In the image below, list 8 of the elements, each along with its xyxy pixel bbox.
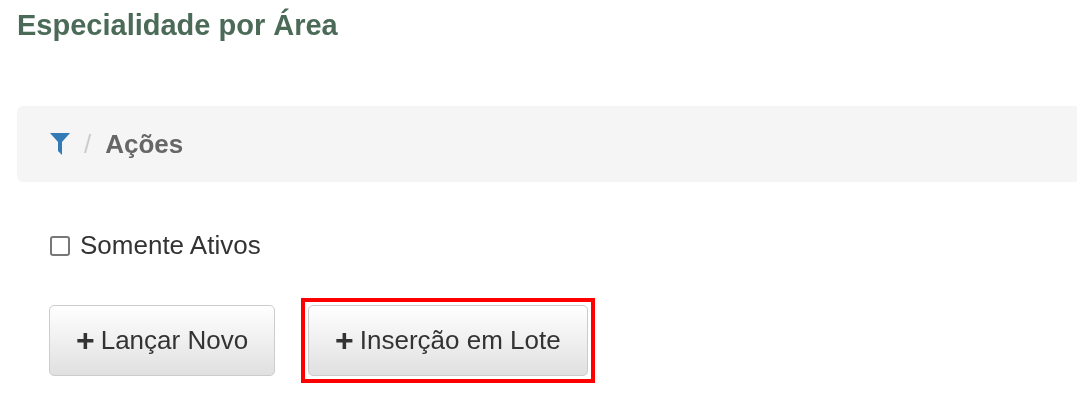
action-button[interactable]: + Inserção em Lote xyxy=(308,305,588,376)
page-title: Especialidade por Área xyxy=(17,7,339,43)
breadcrumb-item: Ações xyxy=(105,128,184,160)
filter-icon[interactable] xyxy=(50,133,70,155)
checkbox[interactable] xyxy=(50,235,70,256)
breadcrumb-separator: / xyxy=(84,128,92,160)
action-button[interactable]: + Lançar Novo xyxy=(49,305,276,376)
checkbox-label: Somente Ativos xyxy=(80,230,261,261)
